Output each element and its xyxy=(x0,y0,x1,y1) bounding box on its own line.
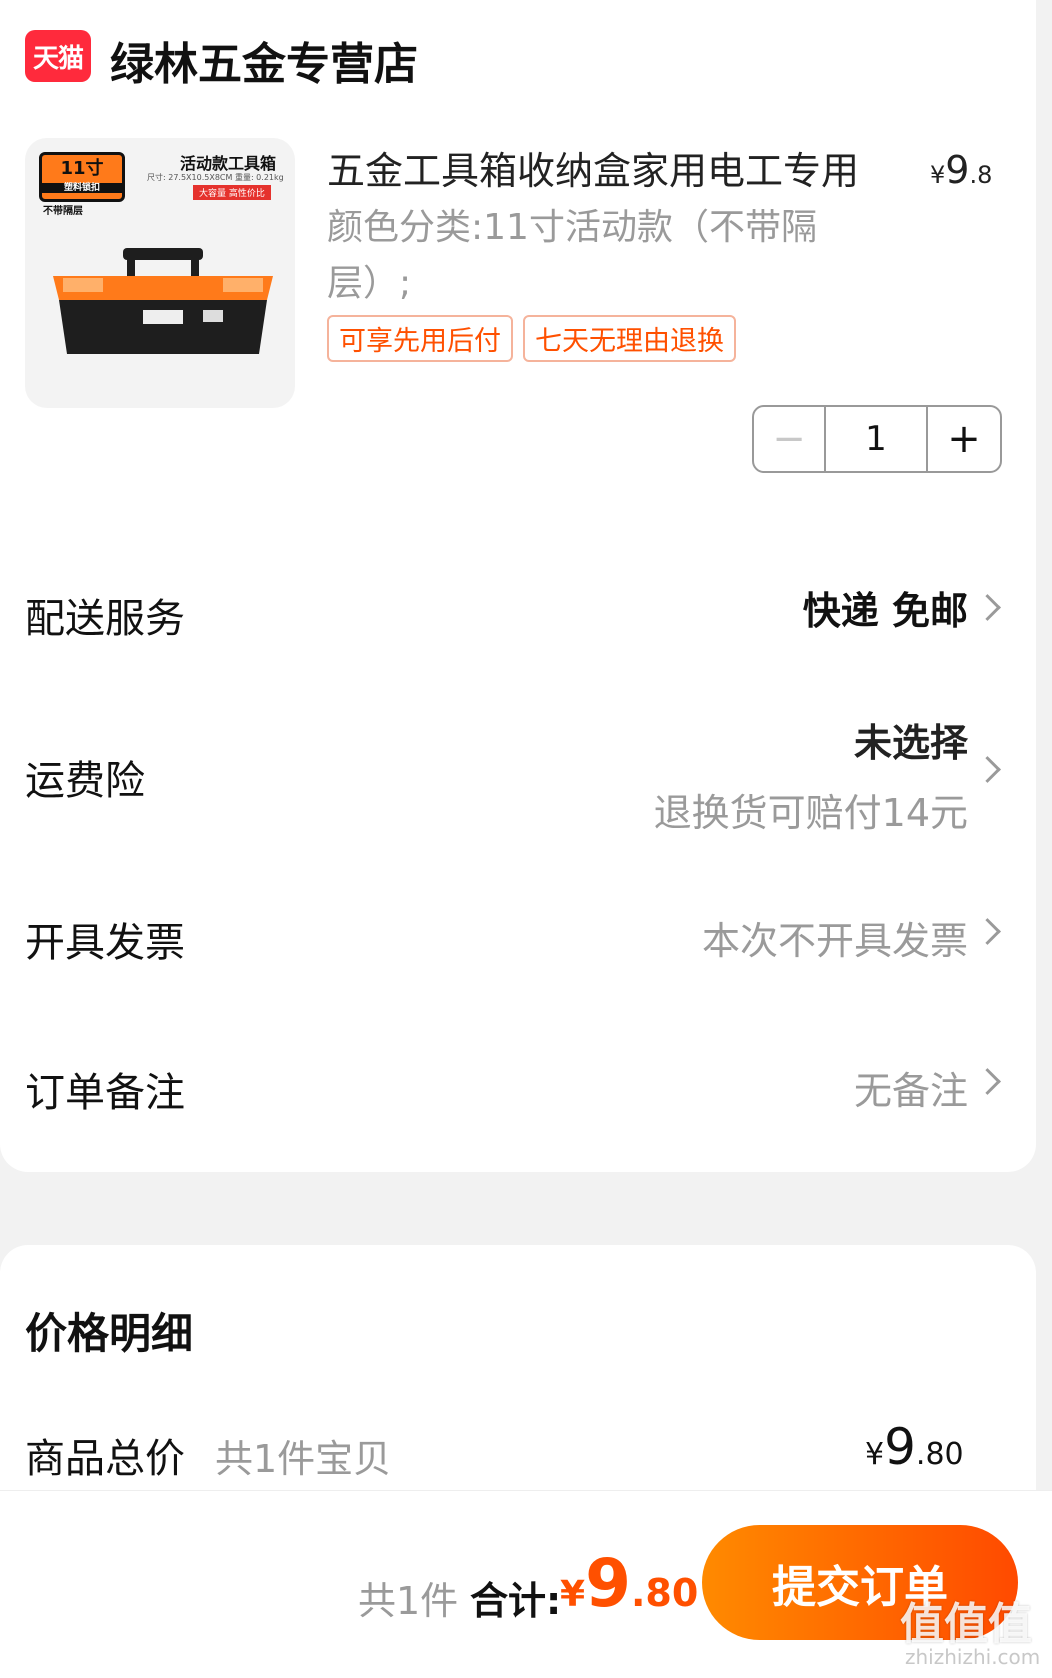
tmall-logo: 天猫 xyxy=(25,30,91,82)
tag-7day-return: 七天无理由退换 xyxy=(523,315,736,362)
delivery-label: 配送服务 xyxy=(25,596,185,642)
total-price: ¥9.80 xyxy=(560,1545,699,1622)
toolbox-illustration xyxy=(53,248,273,354)
increase-button[interactable]: + xyxy=(928,407,1000,471)
invoice-value[interactable]: 本次不开具发票 xyxy=(702,910,968,965)
image-title: 活动款工具箱 xyxy=(180,154,277,173)
product-image[interactable]: 11寸 塑料锁扣 活动款工具箱 尺寸: 27.5X10.5X8CM 重量: 0.2… xyxy=(25,138,295,408)
insurance-label: 运费险 xyxy=(25,758,145,804)
insurance-value[interactable]: 未选择 xyxy=(854,712,968,767)
quantity-stepper: − 1 + xyxy=(752,405,1002,473)
product-spec[interactable]: 颜色分类:11寸活动款（不带隔层）; xyxy=(327,200,872,312)
decrease-button[interactable]: − xyxy=(754,407,824,471)
service-tags: 可享先用后付 七天无理由退换 xyxy=(327,315,736,362)
image-spec: 尺寸: 27.5X10.5X8CM 重量: 0.21kg xyxy=(147,173,284,182)
product-price: ¥9.8 xyxy=(930,148,993,192)
total-count: 共1件 xyxy=(358,1579,459,1623)
price-detail-title: 价格明细 xyxy=(25,1309,194,1358)
remark-label: 订单备注 xyxy=(25,1070,185,1116)
product-title[interactable]: 五金工具箱收纳盒家用电工专用 xyxy=(327,140,887,195)
store-name[interactable]: 绿林五金专营店 xyxy=(110,28,418,92)
total-label: 合计: xyxy=(470,1579,562,1623)
image-red-tag: 大容量 高性价比 xyxy=(193,185,271,200)
image-size-tag: 11寸 塑料锁扣 xyxy=(39,152,125,202)
insurance-sub[interactable]: 退换货可赔付14元 xyxy=(654,782,968,837)
watermark: 值值值 xyxy=(900,1599,1032,1650)
image-note: 不带隔层 xyxy=(43,206,83,217)
goods-total-price: ¥9.80 xyxy=(865,1418,964,1476)
watermark-url: zhizhizhi.com xyxy=(905,1645,1041,1669)
tag-pay-later: 可享先用后付 xyxy=(327,315,513,362)
invoice-label: 开具发票 xyxy=(25,920,185,966)
goods-count: 共1件宝贝 xyxy=(215,1437,392,1481)
goods-total-label: 商品总价 xyxy=(25,1436,185,1482)
remark-value[interactable]: 无备注 xyxy=(854,1060,968,1115)
delivery-value[interactable]: 快递 免邮 xyxy=(803,580,968,635)
quantity-value[interactable]: 1 xyxy=(824,407,928,471)
